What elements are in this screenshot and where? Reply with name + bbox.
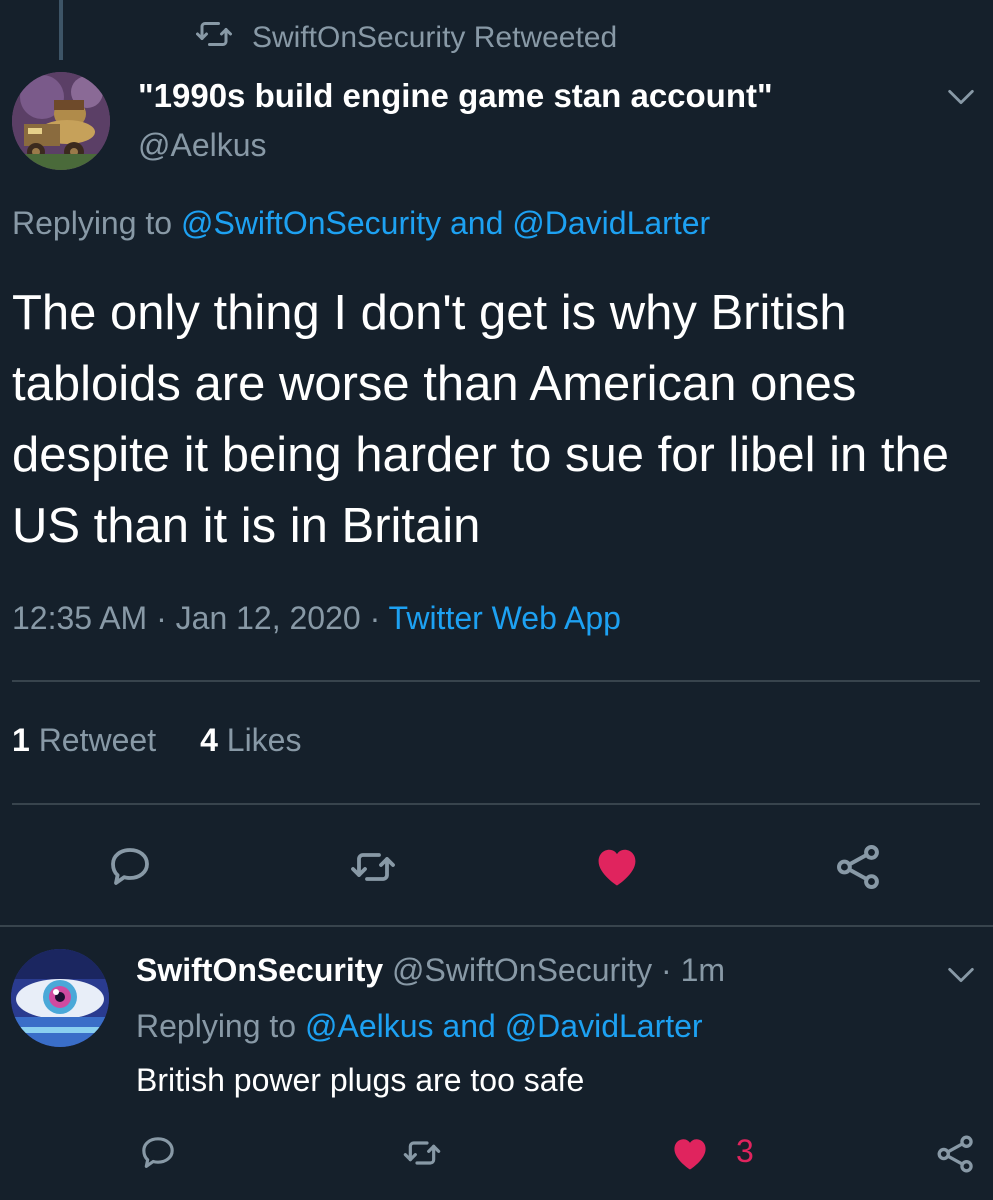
like-stat-label: Likes — [226, 722, 302, 758]
tweet-text: The only thing I don't get is why Britis… — [12, 286, 950, 553]
replying-to: Replying to @SwiftOnSecurity and @DavidL… — [12, 205, 710, 242]
retweet-icon — [351, 853, 395, 881]
retweet-count: 1 — [12, 722, 30, 758]
tweet-date[interactable]: Jan 12, 2020 — [176, 600, 361, 636]
like-count: 4 — [200, 722, 218, 758]
replying-to: Replying to @Aelkus and @DavidLarter — [136, 1008, 703, 1045]
retweet-icon — [403, 1141, 441, 1165]
tweet-meta: 12:35 AM · Jan 12, 2020 · Twitter Web Ap… — [12, 600, 621, 637]
like-button[interactable] — [668, 1131, 712, 1175]
retweet-button[interactable] — [398, 1133, 446, 1173]
mention-link[interactable]: @DavidLarter — [505, 1008, 703, 1044]
retweet-stat[interactable]: 1 Retweet — [12, 722, 156, 759]
display-name[interactable]: "1990s build engine game stan account" — [138, 77, 773, 115]
mention-link[interactable]: @SwiftOnSecurity — [181, 205, 441, 241]
heart-icon — [598, 849, 636, 886]
retweet-stat-label: Retweet — [38, 722, 157, 758]
meta-separator: · — [661, 952, 672, 988]
divider — [12, 803, 980, 805]
user-handle[interactable]: @Aelkus — [138, 127, 267, 164]
tweet-source[interactable]: Twitter Web App — [389, 600, 621, 636]
reply-button[interactable] — [137, 1133, 179, 1173]
reply-header: SwiftOnSecurity @SwiftOnSecurity · 1m — [136, 952, 725, 989]
avatar[interactable] — [11, 949, 109, 1047]
share-icon — [837, 845, 879, 889]
replying-and[interactable]: and — [442, 1008, 495, 1044]
tweet-detail-page: SwiftOnSecurity Retweeted "1990s build e… — [0, 0, 993, 1200]
retweet-button[interactable] — [345, 843, 401, 891]
avatar[interactable] — [12, 72, 110, 170]
like-count: 3 — [736, 1133, 754, 1169]
like-button[interactable] — [591, 840, 643, 892]
user-handle[interactable]: @SwiftOnSecurity — [392, 952, 652, 988]
heart-icon — [674, 1139, 706, 1170]
divider — [12, 680, 980, 682]
share-icon — [937, 1135, 973, 1173]
display-name[interactable]: SwiftOnSecurity — [136, 952, 383, 988]
reply-button[interactable] — [105, 843, 155, 891]
thread-line — [59, 0, 63, 60]
tweet-stats: 1 Retweet 4 Likes — [12, 722, 301, 759]
meta-separator: · — [156, 600, 167, 636]
mention-link[interactable]: @DavidLarter — [512, 205, 710, 241]
chevron-down-icon[interactable] — [944, 958, 978, 992]
like-stat[interactable]: 4 Likes — [200, 722, 301, 759]
replying-prefix: Replying to — [12, 205, 173, 241]
replying-prefix: Replying to — [136, 1008, 297, 1044]
tweet-time[interactable]: 12:35 AM — [12, 600, 147, 636]
tweet-text: British power plugs are too safe — [136, 1062, 585, 1098]
mention-link[interactable]: @Aelkus — [305, 1008, 434, 1044]
chevron-down-icon[interactable] — [944, 80, 978, 114]
replying-and[interactable]: and — [450, 205, 503, 241]
retweet-icon — [196, 16, 232, 60]
share-button[interactable] — [833, 842, 885, 892]
meta-separator: · — [369, 600, 381, 636]
share-button[interactable] — [934, 1133, 978, 1175]
reply-icon — [142, 1137, 174, 1168]
reply-icon — [111, 848, 149, 885]
tweet-time-ago[interactable]: 1m — [681, 952, 725, 988]
retweet-context-label[interactable]: SwiftOnSecurity Retweeted — [252, 21, 617, 55]
retweet-context: SwiftOnSecurity Retweeted — [196, 18, 617, 58]
divider — [0, 925, 993, 927]
